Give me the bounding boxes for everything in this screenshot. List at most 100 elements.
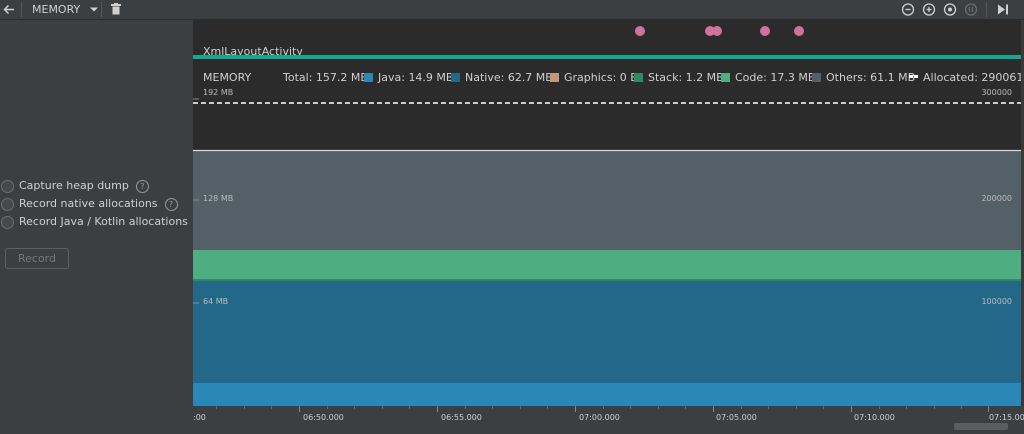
time-minor-tick: [934, 406, 935, 409]
time-minor-tick: [906, 406, 907, 409]
left-axis-label: 128 MB: [203, 194, 234, 203]
time-tick: [988, 406, 989, 412]
record-button[interactable]: Record: [5, 248, 69, 269]
time-minor-tick: [658, 406, 659, 409]
toolbar-separator: [986, 2, 987, 17]
record-native-allocations-option[interactable]: Record native allocations?: [0, 196, 178, 212]
legend-others: Others: 61.1 MB: [812, 71, 915, 85]
time-label: 07:15.00: [989, 413, 1024, 422]
capture-heap-dump-label: Capture heap dump: [19, 179, 129, 192]
code-swatch: [721, 73, 730, 82]
native-area: [193, 281, 1021, 383]
time-minor-tick: [879, 406, 880, 409]
profiler-select[interactable]: MEMORY: [32, 0, 100, 19]
record-java-kotlin-allocations-radio[interactable]: [1, 215, 14, 229]
native-swatch: [451, 73, 460, 82]
legend-title: MEMORY: [203, 71, 252, 84]
recording-options-panel: Capture heap dump? Record native allocat…: [0, 20, 208, 434]
time-minor-tick: [492, 406, 493, 409]
time-label: 06:55.000: [441, 413, 482, 422]
time-minor-tick: [382, 406, 383, 409]
memory-legend: MEMORY Total: 157.2 MB Java: 14.9 MB Nat…: [193, 71, 1023, 85]
help-icon[interactable]: ?: [135, 179, 149, 193]
java-swatch: [364, 73, 373, 82]
allocated-dash-icon: [909, 75, 918, 78]
legend-graphics: Graphics: 0 B: [550, 71, 638, 85]
legend-total: Total: 157.2 MB: [283, 71, 368, 84]
help-icon[interactable]: ?: [164, 197, 178, 211]
time-minor-tick: [354, 406, 355, 409]
profiler-toolbar: MEMORY: [0, 0, 1024, 20]
zoom-in-icon[interactable]: [922, 0, 936, 19]
time-minor-tick: [768, 406, 769, 409]
legend-allocated: Allocated: 290061: [909, 71, 1023, 85]
time-minor-tick: [216, 406, 217, 409]
java-area: [193, 383, 1021, 406]
capture-heap-dump-option[interactable]: Capture heap dump?: [0, 178, 149, 194]
legend-java-label: Java: 14.9 MB: [378, 71, 454, 84]
record-native-allocations-label: Record native allocations: [19, 197, 158, 210]
time-tick: [575, 406, 576, 412]
memory-timeline: XmlLayoutActivity MEMORY Total: 157.2 MB…: [193, 20, 1024, 434]
go-live-icon[interactable]: [996, 0, 1010, 19]
time-minor-tick: [741, 406, 742, 409]
toolbar-separator: [21, 2, 22, 17]
time-tick: [851, 406, 852, 412]
right-axis-label: 100000: [981, 297, 1012, 306]
code-area: [193, 250, 1021, 279]
time-axis[interactable]: :00 06:50.000 06:55.000 07:00.000 07:05.…: [193, 406, 1024, 434]
time-minor-tick: [244, 406, 245, 409]
time-label: :00: [193, 413, 206, 422]
pause-icon[interactable]: [964, 0, 978, 19]
time-tick: [713, 406, 714, 412]
time-minor-tick: [630, 406, 631, 409]
legend-others-label: Others: 61.1 MB: [826, 71, 916, 84]
time-minor-tick: [796, 406, 797, 409]
record-native-allocations-radio[interactable]: [1, 197, 14, 211]
legend-native: Native: 62.7 MB: [451, 71, 553, 85]
legend-allocated-label: Allocated: 290061: [923, 71, 1024, 84]
time-minor-tick: [409, 406, 410, 409]
time-label: 06:50.000: [303, 413, 344, 422]
time-minor-tick: [271, 406, 272, 409]
legend-native-label: Native: 62.7 MB: [465, 71, 553, 84]
time-minor-tick: [327, 406, 328, 409]
legend-code: Code: 17.3 MB: [721, 71, 815, 85]
time-minor-tick: [547, 406, 548, 409]
record-java-kotlin-allocations-label: Record Java / Kotlin allocations: [19, 215, 188, 228]
time-label: 07:10.000: [854, 413, 895, 422]
time-label: 07:00.000: [579, 413, 620, 422]
dropdown-caret-icon: [84, 3, 100, 16]
graphics-swatch: [550, 73, 559, 82]
time-minor-tick: [520, 406, 521, 409]
capture-heap-dump-radio[interactable]: [1, 179, 14, 193]
horizontal-scrollbar-thumb[interactable]: [954, 423, 1008, 430]
legend-stack-label: Stack: 1.2 MB: [648, 71, 724, 84]
zoom-out-icon[interactable]: [901, 0, 915, 19]
profiler-select-value: MEMORY: [32, 3, 81, 16]
time-minor-tick: [961, 406, 962, 409]
toolbar-separator: [101, 2, 102, 17]
trash-icon[interactable]: [110, 0, 122, 19]
others-swatch: [812, 73, 821, 82]
time-label: 07:05.000: [716, 413, 757, 422]
record-java-kotlin-allocations-option[interactable]: Record Java / Kotlin allocations?: [0, 214, 208, 230]
time-tick: [299, 406, 300, 412]
time-minor-tick: [603, 406, 604, 409]
right-axis-label: 300000: [981, 88, 1012, 97]
right-axis-label: 200000: [981, 194, 1012, 203]
others-area: [193, 151, 1021, 250]
time-tick: [437, 406, 438, 412]
time-minor-tick: [685, 406, 686, 409]
time-minor-tick: [465, 406, 466, 409]
stack-area: [193, 279, 1021, 281]
legend-graphics-label: Graphics: 0 B: [564, 71, 638, 84]
legend-code-label: Code: 17.3 MB: [735, 71, 816, 84]
reset-zoom-icon[interactable]: [943, 0, 957, 19]
left-axis-label: 64 MB: [203, 297, 229, 306]
time-minor-tick: [823, 406, 824, 409]
back-arrow-icon[interactable]: [3, 0, 15, 19]
left-axis-label: 192 MB: [203, 88, 234, 97]
legend-stack: Stack: 1.2 MB: [634, 71, 724, 85]
stack-swatch: [634, 73, 643, 82]
